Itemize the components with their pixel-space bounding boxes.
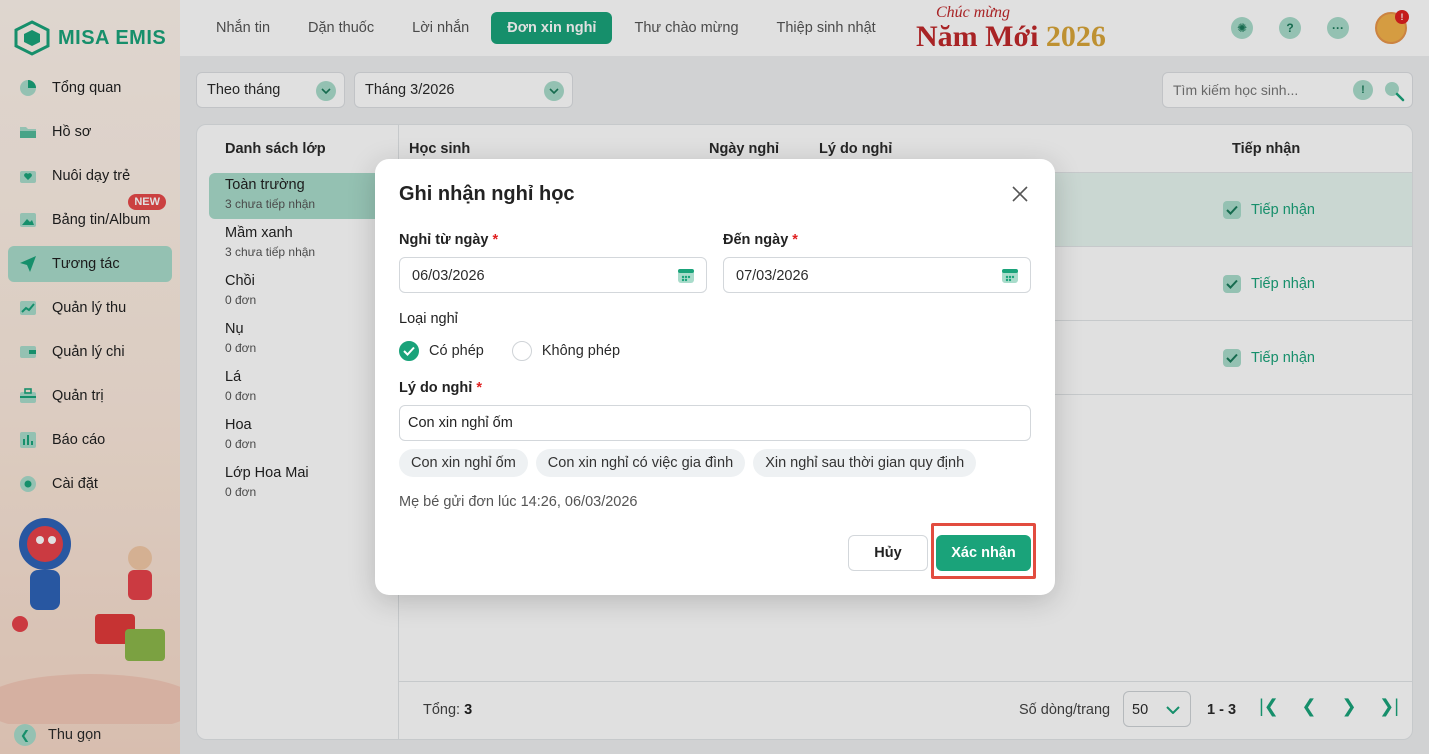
submission-note: Mẹ bé gửi đơn lúc 14:26, 06/03/2026: [399, 494, 638, 510]
cancel-button[interactable]: Hủy: [848, 535, 928, 571]
required-mark: *: [492, 232, 499, 248]
radio-unexcused-label[interactable]: Không phép: [542, 343, 620, 359]
required-mark: *: [476, 380, 482, 396]
to-date-label: Đến ngày *: [723, 232, 798, 248]
reason-chip-sick[interactable]: Con xin nghỉ ốm: [399, 449, 528, 477]
leave-record-dialog: Ghi nhận nghỉ học Nghỉ từ ngày * 06/03/2…: [375, 159, 1055, 595]
reason-suggestions: Con xin nghỉ ốm Con xin nghỉ có việc gia…: [399, 449, 977, 477]
from-date-label-text: Nghỉ từ ngày: [399, 232, 489, 248]
confirm-button-highlight: [931, 523, 1036, 579]
calendar-icon[interactable]: [676, 265, 696, 285]
dialog-title: Ghi nhận nghỉ học: [399, 183, 575, 205]
from-date-input[interactable]: 06/03/2026: [399, 257, 707, 293]
from-date-value: 06/03/2026: [412, 268, 485, 284]
required-mark: *: [792, 232, 798, 248]
close-icon[interactable]: [1011, 185, 1029, 203]
reason-label: Lý do nghỉ *: [399, 380, 482, 396]
reason-chip-late[interactable]: Xin nghỉ sau thời gian quy định: [753, 449, 977, 477]
leave-type-radio-group: Có phép Không phép: [399, 341, 620, 361]
calendar-icon[interactable]: [1000, 265, 1020, 285]
radio-unexcused[interactable]: [511, 341, 532, 361]
reason-input[interactable]: [399, 405, 1031, 441]
leave-type-label: Loại nghỉ: [399, 311, 458, 327]
to-date-value: 07/03/2026: [736, 268, 809, 284]
reason-label-text: Lý do nghỉ: [399, 380, 473, 396]
from-date-label: Nghỉ từ ngày *: [399, 232, 498, 248]
reason-chip-family[interactable]: Con xin nghỉ có việc gia đình: [535, 449, 746, 477]
radio-excused-label[interactable]: Có phép: [429, 343, 484, 359]
radio-excused[interactable]: [399, 341, 419, 361]
to-date-input[interactable]: 07/03/2026: [723, 257, 1031, 293]
to-date-label-text: Đến ngày: [723, 232, 789, 248]
check-icon: [403, 346, 415, 356]
